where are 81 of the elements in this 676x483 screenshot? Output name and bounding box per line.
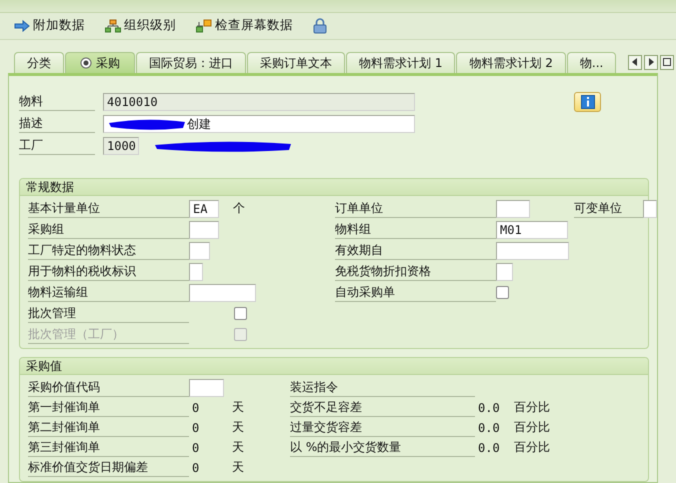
input-field: 1000	[103, 137, 139, 155]
field-label: 物料运输组	[28, 284, 189, 302]
unit-text: 天	[232, 439, 244, 456]
input-field[interactable]: 创建	[103, 115, 415, 133]
lock-icon	[313, 18, 327, 34]
field-label: 工厂特定的物料状态	[28, 242, 189, 260]
toolbar-button[interactable]: 组织级别	[103, 15, 178, 36]
radio-icon	[80, 57, 92, 69]
field-label: 订单单位	[335, 200, 496, 218]
toolbar-button[interactable]: 附加数据	[12, 15, 87, 36]
input-field[interactable]	[189, 378, 224, 396]
scroll-right-button[interactable]	[644, 54, 658, 70]
input-field[interactable]	[496, 262, 513, 280]
square-icon	[663, 58, 671, 66]
unit-text: 天	[232, 419, 244, 436]
field-label: 描述	[19, 115, 95, 133]
field-label: 交货不足容差	[290, 398, 475, 416]
right-arrow-icon	[14, 20, 30, 32]
input-field[interactable]	[189, 262, 203, 280]
field-label: 装运指令	[290, 378, 475, 396]
tab[interactable]: 国际贸易：进口	[136, 52, 246, 73]
tab[interactable]: 分类	[14, 52, 64, 73]
unit-text: 百分比	[514, 399, 550, 416]
field-label: 第二封催询单	[28, 418, 189, 436]
scroll-left-button[interactable]	[628, 54, 642, 70]
unit-text: 个	[233, 200, 245, 217]
unit-text: 百分比	[514, 439, 550, 456]
field-label: 用于物料的税收标识	[28, 262, 189, 280]
group-title: 采购值	[20, 358, 648, 375]
right-triangle-icon	[648, 58, 654, 66]
field-label: 批次管理（工厂）	[28, 326, 189, 344]
field-label: 第三封催询单	[28, 438, 189, 456]
field-label: 第一封催询单	[28, 398, 189, 416]
value-text: 0	[191, 460, 200, 474]
unit-text: 百分比	[514, 419, 550, 436]
field-label: 物料	[19, 93, 95, 111]
input-field[interactable]: M01	[496, 220, 568, 238]
field-label: 有效期自	[335, 242, 496, 260]
tab[interactable]: 物料需求计划 2	[456, 52, 566, 73]
value-text: 0.0	[477, 400, 500, 414]
tab[interactable]: 采购	[65, 52, 135, 73]
left-triangle-icon	[632, 58, 638, 66]
field-label: 采购价值代码	[28, 378, 189, 396]
field-label: 自动采购单	[335, 284, 496, 302]
input-field[interactable]	[496, 242, 569, 260]
input-field[interactable]	[496, 200, 530, 218]
value-text: 0	[191, 420, 200, 434]
toolbar-button[interactable]	[311, 16, 329, 36]
hierarchy-icon	[105, 18, 121, 33]
input-field[interactable]	[189, 242, 210, 260]
value-text: 0	[191, 400, 200, 414]
checkbox[interactable]	[234, 307, 247, 320]
input-field[interactable]	[189, 284, 256, 302]
field-label: 批次管理	[28, 304, 189, 322]
checkbox[interactable]	[496, 286, 509, 299]
field-label: 物料组	[335, 220, 496, 238]
field-label: 以 %的最小交货数量	[290, 438, 475, 456]
unit-text: 天	[232, 459, 244, 476]
value-text: 0.0	[477, 440, 500, 454]
field-label: 工厂	[19, 137, 95, 155]
input-field: 4010010	[103, 93, 415, 111]
input-field[interactable]	[643, 200, 657, 218]
value-text: 0	[191, 440, 200, 454]
tab[interactable]: 物料需求计划 1	[346, 52, 456, 73]
tab-list-button[interactable]	[660, 54, 674, 70]
field-label: 标准价值交货日期偏差	[28, 458, 189, 476]
field-label: 过量交货容差	[290, 418, 475, 436]
screen-check-icon	[196, 18, 212, 33]
group-title: 常规数据	[20, 179, 648, 196]
field-label: 基本计量单位	[28, 200, 189, 218]
value-text: 0.0	[477, 420, 500, 434]
unit-text: 天	[232, 399, 244, 416]
tab[interactable]: 采购订单文本	[247, 52, 345, 73]
info-icon	[580, 95, 594, 109]
input-field[interactable]	[189, 220, 219, 238]
input-field[interactable]: EA	[189, 200, 219, 218]
tab[interactable]: 物...	[566, 52, 616, 73]
field-label: 免税货物折扣资格	[335, 262, 496, 280]
field-label: 采购组	[28, 220, 189, 238]
toolbar-button[interactable]: 检查屏幕数据	[194, 15, 295, 36]
info-button[interactable]	[574, 92, 601, 112]
